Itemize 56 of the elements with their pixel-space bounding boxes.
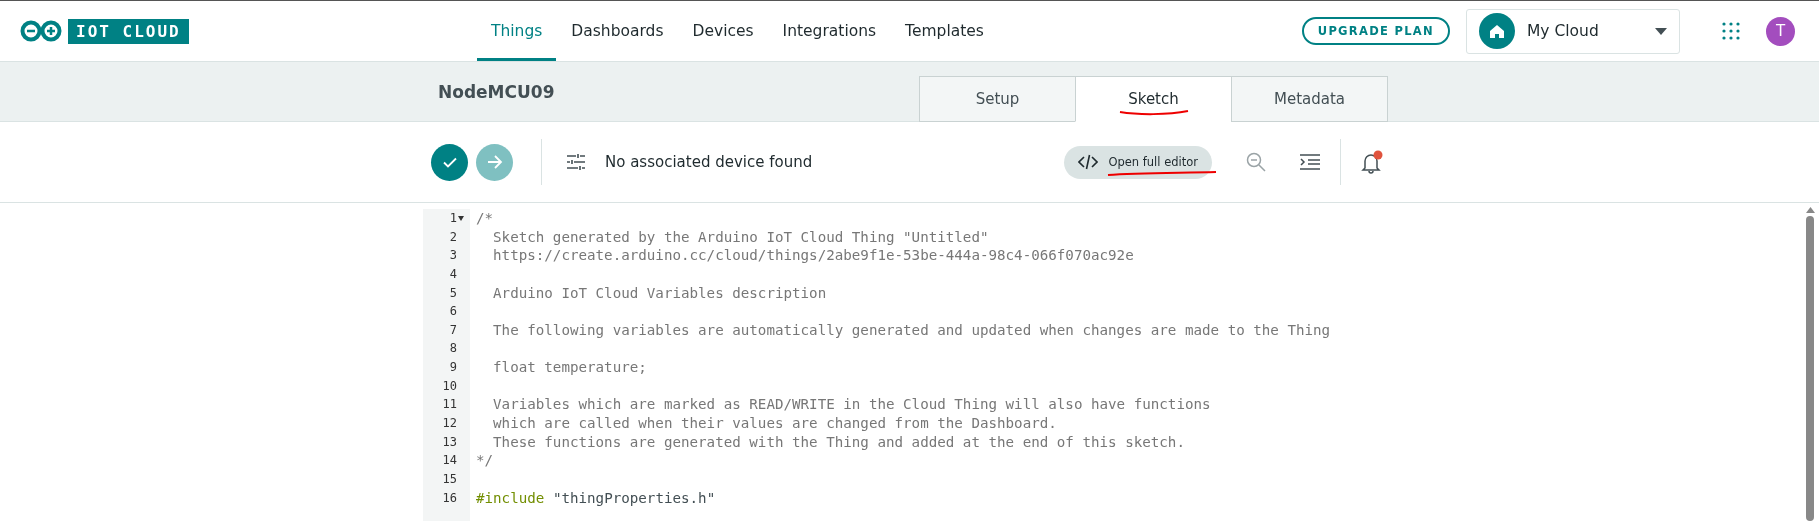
line-number: 8	[449, 340, 457, 358]
space-select[interactable]: My Cloud	[1466, 8, 1680, 54]
thing-title: NodeMCU09	[438, 81, 556, 102]
scrollbar-thumb[interactable]	[1806, 216, 1814, 521]
sliders-icon[interactable]	[567, 154, 585, 170]
tab[interactable]: Metadata	[1231, 76, 1388, 122]
code-line: https://create.arduino.cc/cloud/things/2abe9f1e-53be-444a-98c4-066f070ac92e	[492, 246, 1134, 265]
code-line: #include "thingProperties.h"	[476, 488, 716, 508]
scroll-up-arrow-icon[interactable]	[1805, 207, 1815, 213]
indent-icon[interactable]	[1300, 154, 1320, 170]
code-icon	[1078, 154, 1099, 170]
tab[interactable]: Setup	[919, 76, 1076, 122]
user-avatar[interactable]: T	[1766, 16, 1795, 46]
line-number: 5	[449, 284, 457, 302]
line-number: 2	[449, 228, 457, 246]
nav-link[interactable]: Integrations	[768, 1, 891, 61]
nav-link[interactable]: Templates	[891, 1, 998, 61]
line-number: 13	[442, 433, 457, 451]
verify-button[interactable]	[431, 143, 468, 181]
nav-link[interactable]: Dashboards	[557, 1, 678, 61]
code-line: */	[476, 451, 494, 470]
logo-wordmark: IOT CLOUD	[68, 18, 189, 44]
home-icon	[1479, 13, 1515, 49]
line-number: 14	[442, 452, 457, 470]
code-line: These functions are generated with the Thing and added at the end of this sketch.	[492, 432, 1185, 452]
code-line: Arduino IoT Cloud Variables description	[492, 283, 827, 303]
nav-link[interactable]: Devices	[678, 1, 768, 61]
tab[interactable]: Sketch	[1075, 76, 1232, 122]
fold-caret-icon[interactable]	[458, 215, 464, 221]
line-number: 11	[442, 396, 457, 414]
search-icon[interactable]	[1246, 152, 1266, 172]
line-number: 16	[442, 489, 457, 507]
code-line: Sketch generated by the Arduino IoT Cloud Thing "Untitled"	[492, 227, 989, 247]
apps-grid-icon[interactable]	[1722, 22, 1740, 40]
line-number: 15	[442, 470, 457, 488]
line-number: 10	[442, 377, 457, 395]
code-line: which are called when their values are changed from the Dashboard.	[492, 414, 1057, 433]
arrow-right-icon	[486, 155, 503, 169]
notification-bell-icon[interactable]	[1361, 150, 1383, 174]
line-number: 6	[449, 303, 457, 321]
open-full-editor-button[interactable]: Open full editor	[1064, 145, 1212, 179]
line-number: 9	[449, 359, 457, 377]
line-number: 3	[449, 247, 457, 265]
code-line: The following variables are automatically generated and updated when changes are made to the Thing	[492, 320, 1331, 340]
line-number: 7	[449, 321, 457, 339]
code-line: /*	[476, 209, 494, 228]
code-line: float temperature;	[492, 358, 647, 377]
line-number: 12	[442, 415, 457, 433]
caret-icon	[1655, 27, 1667, 35]
line-number: 4	[449, 265, 457, 283]
check-icon	[442, 156, 457, 168]
line-number: 1	[449, 210, 457, 227]
code-line: Variables which are marked as READ/WRITE in the Cloud Thing will also have functions	[492, 395, 1211, 415]
upgrade-plan-button[interactable]: UPGRADE PLAN	[1301, 17, 1450, 45]
device-status-text: No associated device found	[605, 153, 813, 171]
infinity-logo-icon	[20, 20, 62, 42]
